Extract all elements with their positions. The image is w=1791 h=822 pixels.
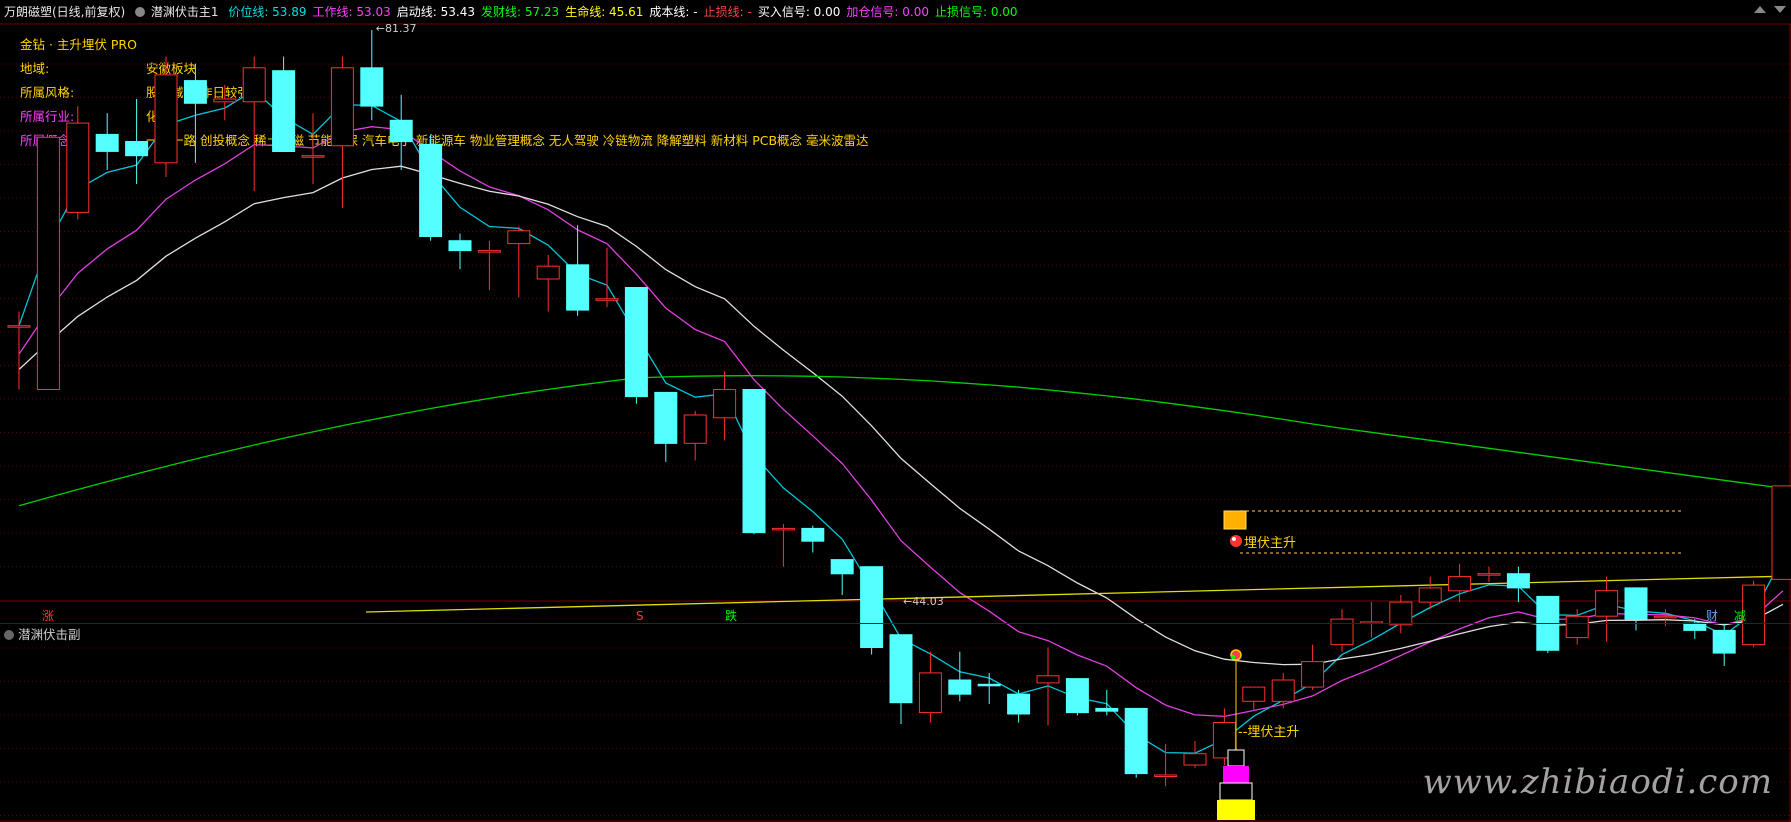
candle-body: [1624, 587, 1648, 620]
candle-body: [860, 566, 884, 649]
candle-body: [1124, 707, 1148, 775]
candle-body: [7, 325, 31, 328]
candle-body: [1595, 590, 1619, 617]
candle-body: [595, 298, 619, 301]
panel-divider: [0, 623, 1791, 624]
candle-body: [713, 389, 737, 419]
candle-body: [213, 98, 237, 103]
candle-body: [1712, 629, 1736, 654]
candle-body: [507, 230, 531, 245]
candle-body: [1653, 615, 1677, 619]
bottom-marker-cai: 财: [1706, 609, 1718, 623]
bottom-marker-zhang: 涨: [42, 608, 54, 623]
sub-signal-label: --埋伏主升: [1238, 725, 1299, 740]
chart-window: 万朗磁塑(日线,前复权) 潜渊伏击主1 价位线: 53.89 工作线: 53.03…: [0, 0, 1791, 822]
candle-body: [1565, 615, 1589, 639]
candle-body: [1095, 707, 1119, 712]
bottom-marker-die: 跌: [725, 608, 737, 623]
watermark: www.zhibiaodi.com: [1422, 762, 1773, 802]
candle-body: [742, 389, 766, 534]
candle-body: [389, 119, 413, 143]
candle-body: [918, 672, 942, 714]
fortune-line: [18, 375, 1784, 507]
candle-body: [1448, 576, 1472, 592]
signal-block: [1223, 510, 1247, 530]
signal-label: 埋伏主升: [1244, 536, 1296, 551]
candlestick-chart[interactable]: ←81.37 ←44.03 埋伏主升涨 S 跌 财 减 --埋伏主升: [0, 0, 1791, 822]
candle-body: [1154, 774, 1178, 777]
candle-body: [360, 67, 384, 107]
bottom-marker-jian: 减: [1734, 609, 1746, 623]
candle-body: [1242, 686, 1266, 702]
candle-body: [801, 527, 825, 542]
candle-body: [36, 136, 60, 390]
candle-body: [1389, 601, 1413, 626]
candle-body: [654, 391, 678, 444]
candle-body: [889, 634, 913, 704]
candle-body: [242, 67, 266, 103]
candle-body: [1271, 679, 1295, 702]
candle-body: [272, 70, 296, 152]
candle-body: [1036, 675, 1060, 684]
high-price-label: ←81.37: [376, 22, 417, 35]
candle-body: [830, 559, 854, 575]
gear-icon[interactable]: [4, 630, 14, 640]
candle-body: [95, 133, 119, 152]
candle-body: [419, 143, 443, 237]
sub-stack-lower: [1219, 782, 1253, 801]
sub-signal-top-dot: [1230, 654, 1236, 660]
candle-body: [66, 122, 90, 213]
candle-body: [1301, 661, 1325, 688]
candle-body: [977, 683, 1001, 687]
candle-body: [566, 264, 590, 311]
candle-body: [1065, 678, 1089, 714]
candle-body: [301, 155, 325, 158]
candle-body: [183, 80, 207, 104]
low-price-label: ←44.03: [903, 595, 944, 608]
candle-body: [1771, 485, 1791, 580]
candle-body: [154, 74, 178, 164]
candle-body: [1418, 587, 1442, 603]
candle-body: [330, 67, 354, 147]
candle-body: [1183, 753, 1207, 766]
signal-dot: [1230, 535, 1242, 547]
candle-body: [1506, 573, 1530, 589]
candle-body: [477, 250, 501, 253]
life-line: [365, 575, 1791, 613]
signal-dot-highlight: [1232, 537, 1236, 541]
sub-panel-title[interactable]: 潜渊伏击副: [4, 624, 81, 643]
candle-body: [624, 287, 648, 398]
bottom-marker-s: S: [636, 609, 644, 623]
candle-body: [1007, 693, 1031, 715]
sub-stack-base: [1217, 800, 1255, 820]
candle-body: [1683, 622, 1707, 631]
candle-body: [125, 141, 149, 157]
candle-body: [536, 265, 560, 280]
candle-body: [771, 527, 795, 531]
candle-body: [1477, 573, 1501, 576]
candle-body: [948, 679, 972, 695]
work-line: [18, 126, 1784, 718]
sub-panel-name: 潜渊伏击副: [18, 627, 81, 642]
candle-body: [448, 240, 472, 252]
candle-body: [683, 414, 707, 444]
sub-stack-top: [1227, 749, 1245, 767]
sub-stack-middle: [1223, 766, 1249, 783]
